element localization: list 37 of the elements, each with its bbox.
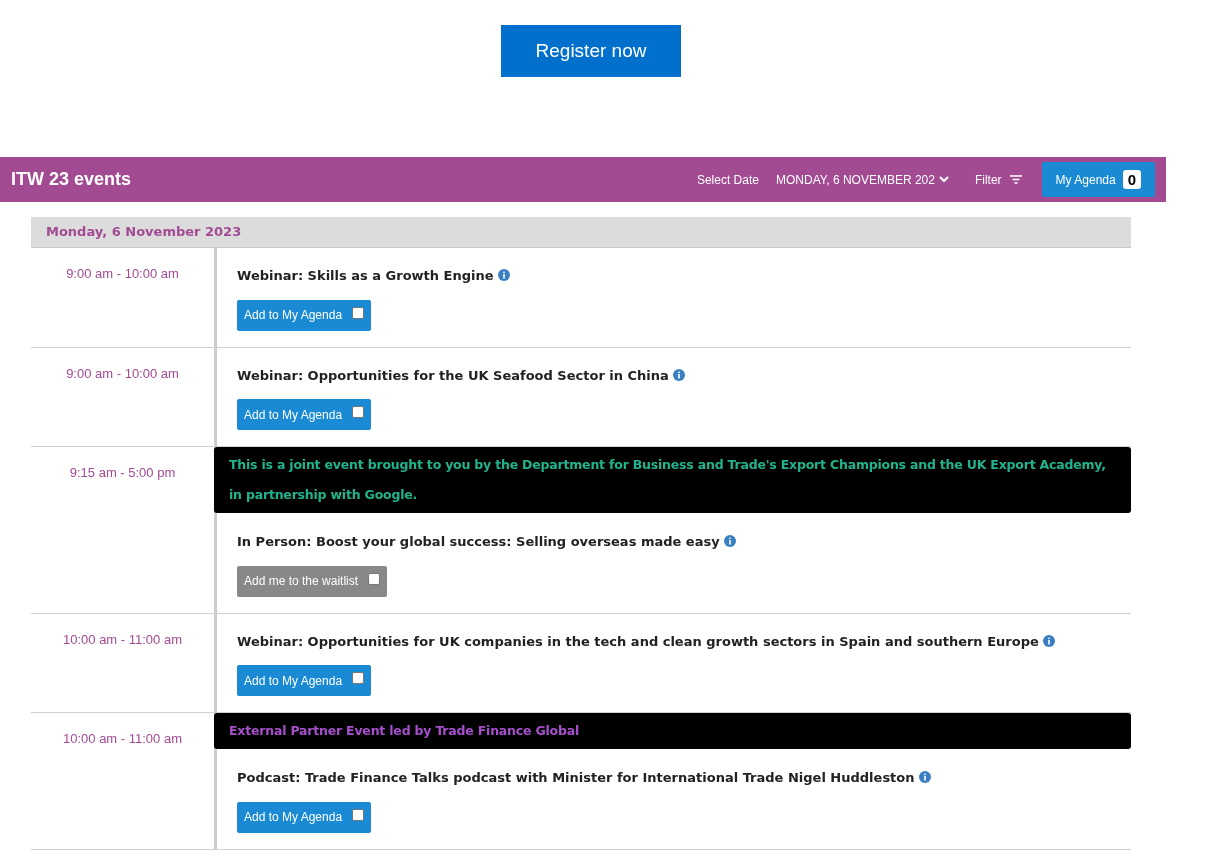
add-to-agenda-button[interactable]: Add to My Agenda <box>237 399 372 430</box>
register-button[interactable]: Register now <box>501 25 681 77</box>
waitlist-button[interactable]: Add me to the waitlist <box>237 565 388 597</box>
event-title: Webinar: Opportunities for UK companies in the tech and clean growth sectors in Spain and southern Europe <box>237 633 1039 649</box>
event-time: 10:00 am - 11:00 am <box>63 631 182 647</box>
chevron-down-icon <box>938 176 949 183</box>
info-icon[interactable] <box>672 368 685 381</box>
banner-text: External Partner Event led by Trade Finance Global <box>229 723 579 738</box>
checkbox[interactable] <box>352 808 365 821</box>
event-title: Webinar: Opportunities for the UK Seafood Sector in China <box>237 367 669 383</box>
event-title: Webinar: Skills as a Growth Engine <box>237 268 494 283</box>
info-icon[interactable] <box>918 771 931 783</box>
day-heading: Monday, 6 November 2023 <box>31 217 1131 248</box>
agenda-count: 0 <box>1122 170 1141 189</box>
checkbox[interactable] <box>352 672 365 684</box>
checkbox[interactable] <box>352 406 365 418</box>
filter-button[interactable]: Filter <box>974 170 1022 189</box>
event-time: 9:15 am - 5:00 pm <box>69 465 176 480</box>
event-time: 9:00 am - 10:00 am <box>66 266 179 281</box>
add-to-agenda-button[interactable]: Add to My Agenda <box>237 801 372 833</box>
date-dropdown[interactable]: MONDAY, 6 NOVEMBER 202 <box>776 170 949 189</box>
event-title: In Person: Boost your global success: Selling overseas made easy <box>237 534 720 549</box>
header-title: ITW 23 events <box>11 168 132 191</box>
event-time: 10:00 am - 11:00 am <box>63 731 182 746</box>
info-icon[interactable] <box>723 535 736 547</box>
add-to-agenda-button[interactable]: Add to My Agenda <box>237 299 372 331</box>
select-date-label: Select Date <box>696 171 759 189</box>
add-to-agenda-button[interactable]: Add to My Agenda <box>237 665 372 696</box>
info-icon[interactable] <box>1042 634 1055 647</box>
my-agenda-button[interactable]: My Agenda 0 <box>1041 162 1155 197</box>
checkbox[interactable] <box>368 572 381 585</box>
filter-icon <box>1009 175 1022 184</box>
event-time: 9:00 am - 10:00 am <box>66 365 179 381</box>
banner-text: This is a joint event brought to you by the Department for Business and Trade's Export Champions and the UK Export Academy, in partnership with Google. <box>229 457 1106 502</box>
event-title: Podcast: Trade Finance Talks podcast with Minister for International Trade Nigel Huddleston <box>237 770 915 785</box>
info-icon[interactable] <box>497 269 510 281</box>
checkbox[interactable] <box>352 306 365 319</box>
